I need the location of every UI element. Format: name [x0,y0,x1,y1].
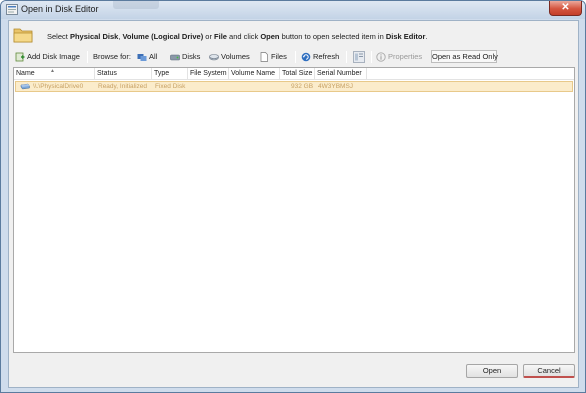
instruction-end: . [425,32,428,41]
column-header-type[interactable]: Type [152,68,188,80]
view-toggle-button[interactable] [353,50,366,64]
column-header-serial-number[interactable]: Serial Number [315,68,367,80]
browse-files-label: Files [271,52,287,61]
instruction-disk-editor: Disk Editor [385,32,426,41]
properties-label: Properties [388,52,423,61]
window-title: Open in Disk Editor [21,4,99,14]
refresh-icon [301,52,311,62]
all-items-icon [137,54,147,61]
browse-files-button[interactable]: Files [259,50,289,64]
disk-icon [170,54,180,61]
title-bar[interactable]: Open in Disk Editor ✕ [1,1,585,19]
browse-disks-button[interactable]: Disks [170,50,200,64]
table-row[interactable]: \\.\PhysicalDrive0 Ready, Initialized Fi… [15,81,573,92]
column-header-name[interactable]: Name ▲ [14,68,95,80]
instruction-prefix: Select [47,32,70,41]
open-button[interactable]: Open [466,364,518,378]
instruction-middle: and click [226,32,261,41]
row-status: Ready, Initialized [98,83,148,90]
column-header-status[interactable]: Status [95,68,152,80]
properties-icon [376,52,386,62]
open-read-only-button[interactable]: Open as Read Only [431,50,498,63]
browse-for-text: Browse for: [93,52,131,61]
dialog-client-area: Select Physical Disk, Volume (Logical Dr… [8,20,579,388]
toolbar-separator [295,51,296,63]
device-list[interactable]: Name ▲ Status Type File System Volume Na… [13,67,575,353]
row-total-size: 932 GB [291,83,314,90]
instruction-volume: Volume (Logical Drive) [122,32,204,41]
instruction-text: Select Physical Disk, Volume (Logical Dr… [47,32,428,41]
instruction-file: File [214,32,227,41]
folder-icon [13,28,33,43]
column-header-file-system[interactable]: File System [188,68,229,80]
background-window-tab [113,1,159,9]
toolbar-separator [346,51,347,63]
browse-disks-label: Disks [182,52,201,61]
column-header-volume-name[interactable]: Volume Name [229,68,280,80]
browse-for-label: Browse for: [93,50,133,64]
instruction-open: Open [260,32,280,41]
toolbar-separator [87,51,88,63]
row-name: \\.\PhysicalDrive0 [33,83,84,90]
toolbar: Add Disk Image Browse for: All Disks Vol… [13,49,575,65]
add-disk-image-button[interactable]: Add Disk Image [15,50,81,64]
file-icon [260,52,268,62]
instruction-or: or [203,32,215,41]
browse-all-button[interactable]: All [137,50,161,64]
close-button[interactable]: ✕ [549,1,582,16]
row-type: Fixed Disk [155,83,186,90]
volume-icon [209,54,219,61]
disk-editor-icon [6,4,18,15]
instruction-physical-disk: Physical Disk [69,32,119,41]
view-details-icon [353,51,365,63]
list-header: Name ▲ Status Type File System Volume Na… [14,68,574,80]
sort-ascending-icon: ▲ [50,68,55,74]
column-header-total-size[interactable]: Total Size [280,68,315,80]
add-disk-image-icon [15,52,25,62]
refresh-button[interactable]: Refresh [301,50,341,64]
column-name-label: Name [16,70,35,77]
browse-all-label: All [149,52,158,61]
dialog-window: Open in Disk Editor ✕ Select Physical Di… [0,0,586,393]
browse-volumes-label: Volumes [221,52,250,61]
refresh-label: Refresh [313,52,340,61]
cancel-button[interactable]: Cancel [523,364,575,378]
toolbar-separator [371,51,372,63]
properties-button[interactable]: Properties [376,50,426,64]
browse-volumes-button[interactable]: Volumes [209,50,251,64]
instruction-suffix: button to open selected item in [279,32,386,41]
add-disk-image-label: Add Disk Image [27,52,80,61]
physical-disk-icon [20,83,30,90]
row-serial-number: 4W3YBMSJ [318,83,354,90]
